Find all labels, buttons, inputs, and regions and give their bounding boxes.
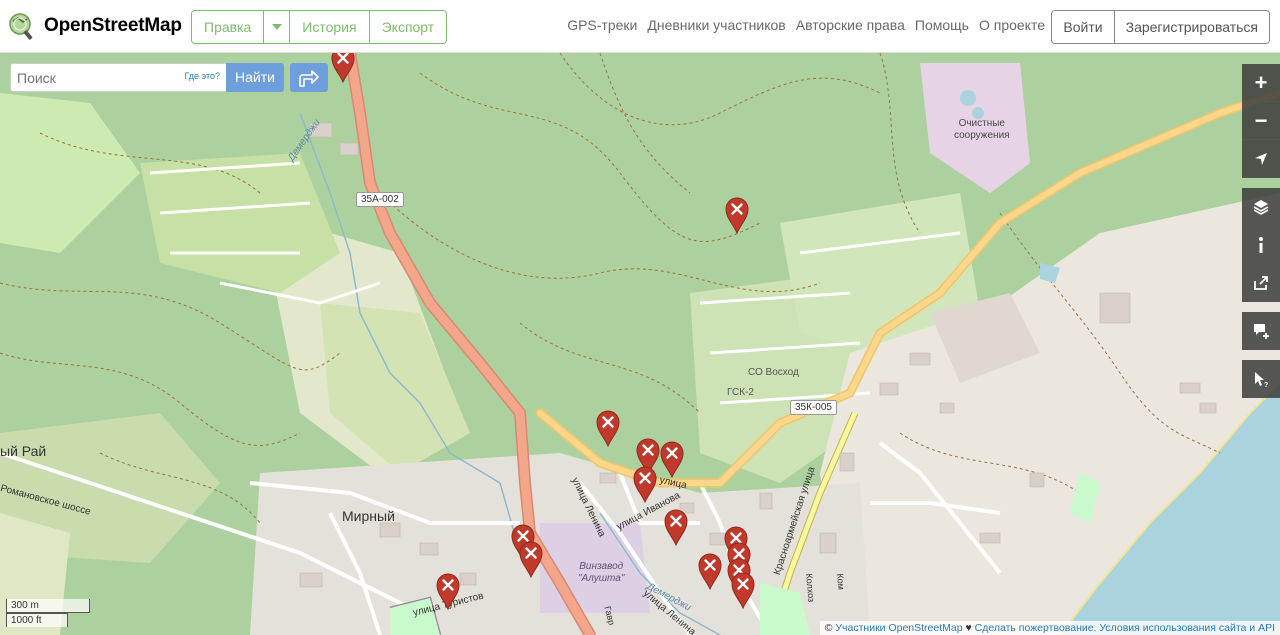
heart-icon: ♥ [965, 622, 972, 634]
label-so-voskhod: СО Восход [748, 367, 799, 378]
note-marker[interactable] [436, 572, 460, 610]
logo[interactable]: OpenStreetMap [8, 10, 182, 42]
note-marker[interactable] [660, 440, 684, 478]
label-winery-line2: "Алушта" [578, 573, 625, 584]
zoom-in-button[interactable]: + [1242, 64, 1280, 102]
layers-button[interactable] [1242, 188, 1280, 226]
scale-bar: 300 m 1000 ft [6, 599, 90, 627]
note-marker[interactable] [725, 196, 749, 234]
directions-icon [299, 69, 319, 87]
secondary-nav: GPS-треки Дневники участников Авторские … [567, 17, 1045, 33]
label-treatment-line1: Очистные [958, 118, 1005, 129]
nav-about[interactable]: О проекте [979, 17, 1045, 33]
attribution-terms-link[interactable]: Условия использования сайта и API [1099, 622, 1275, 634]
scale-imperial: 1000 ft [6, 613, 68, 627]
note-marker[interactable] [731, 571, 755, 609]
chevron-down-icon [271, 24, 282, 30]
map-canvas[interactable]: Очистные сооружения СО Восход ГСК-2 Мирн… [0, 53, 1280, 635]
edit-dropdown-button[interactable] [264, 11, 291, 43]
label-miry: Мирный [342, 508, 395, 524]
share-icon [1254, 275, 1268, 290]
attribution-donate-link[interactable]: Сделать пожертвование. [975, 622, 1097, 634]
map-base-layer [0, 53, 1280, 635]
note-marker[interactable] [633, 465, 657, 503]
export-button[interactable]: Экспорт [369, 11, 447, 43]
signup-button[interactable]: Зарегистрироваться [1114, 11, 1269, 43]
share-button[interactable] [1242, 264, 1280, 302]
logo-text: OpenStreetMap [44, 15, 182, 36]
locate-button[interactable] [1242, 140, 1280, 178]
note-marker[interactable] [596, 409, 620, 447]
label-rai: ый Рай [0, 443, 47, 459]
map-controls: + − ? [1242, 64, 1280, 398]
note-marker[interactable] [331, 53, 355, 83]
query-cursor-icon: ? [1255, 371, 1268, 388]
svg-text:?: ? [1264, 382, 1268, 388]
edit-button[interactable]: Правка [192, 11, 265, 43]
header: OpenStreetMap Правка История Экспорт GPS… [0, 0, 1280, 53]
query-features-button[interactable]: ? [1242, 360, 1280, 398]
label-winery-line1: Винзавод [579, 561, 624, 572]
directions-button[interactable] [290, 63, 328, 92]
attribution-contributors-link[interactable]: Участники OpenStreetMap [835, 622, 962, 634]
nav-user-diaries[interactable]: Дневники участников [647, 17, 785, 33]
add-note-button[interactable] [1242, 312, 1280, 350]
label-winery: Винзавод "Алушта" [578, 561, 624, 585]
add-note-icon [1254, 323, 1269, 339]
login-button[interactable]: Войти [1052, 11, 1115, 43]
nav-copyright[interactable]: Авторские права [796, 17, 905, 33]
search-submit-button[interactable]: Найти [226, 63, 284, 92]
note-marker[interactable] [519, 540, 543, 578]
where-is-this-link[interactable]: Где это? [185, 71, 220, 81]
nav-gps-traces[interactable]: GPS-треки [567, 17, 637, 33]
note-marker[interactable] [698, 552, 722, 590]
scale-metric: 300 m [6, 599, 90, 613]
auth-group: Войти Зарегистрироваться [1051, 10, 1270, 44]
search-bar: Где это? Найти [10, 63, 328, 92]
road-shield-35k-005: 35К-005 [790, 400, 837, 415]
label-treatment-line2: сооружения [954, 130, 1010, 141]
attribution: © Участники OpenStreetMap ♥ Сделать поже… [819, 621, 1280, 635]
road-shield-35a-002: 35А-002 [356, 192, 404, 207]
search-box: Где это? [10, 63, 226, 92]
attribution-copyright: © [824, 622, 833, 634]
osm-logo-icon [9, 13, 33, 40]
search-input[interactable] [11, 64, 171, 91]
label-gsk: ГСК-2 [727, 387, 754, 398]
layers-icon [1253, 199, 1269, 215]
edit-history-export-group: Правка История Экспорт [191, 10, 448, 44]
map-key-button[interactable] [1242, 226, 1280, 264]
label-kom: Ком [835, 573, 847, 591]
info-icon [1259, 236, 1263, 253]
history-button[interactable]: История [290, 11, 370, 43]
note-marker[interactable] [664, 508, 688, 546]
nav-help[interactable]: Помощь [915, 17, 969, 33]
zoom-out-button[interactable]: − [1242, 102, 1280, 140]
label-treatment-plant: Очистные сооружения [954, 118, 1010, 142]
location-arrow-icon [1255, 152, 1267, 165]
